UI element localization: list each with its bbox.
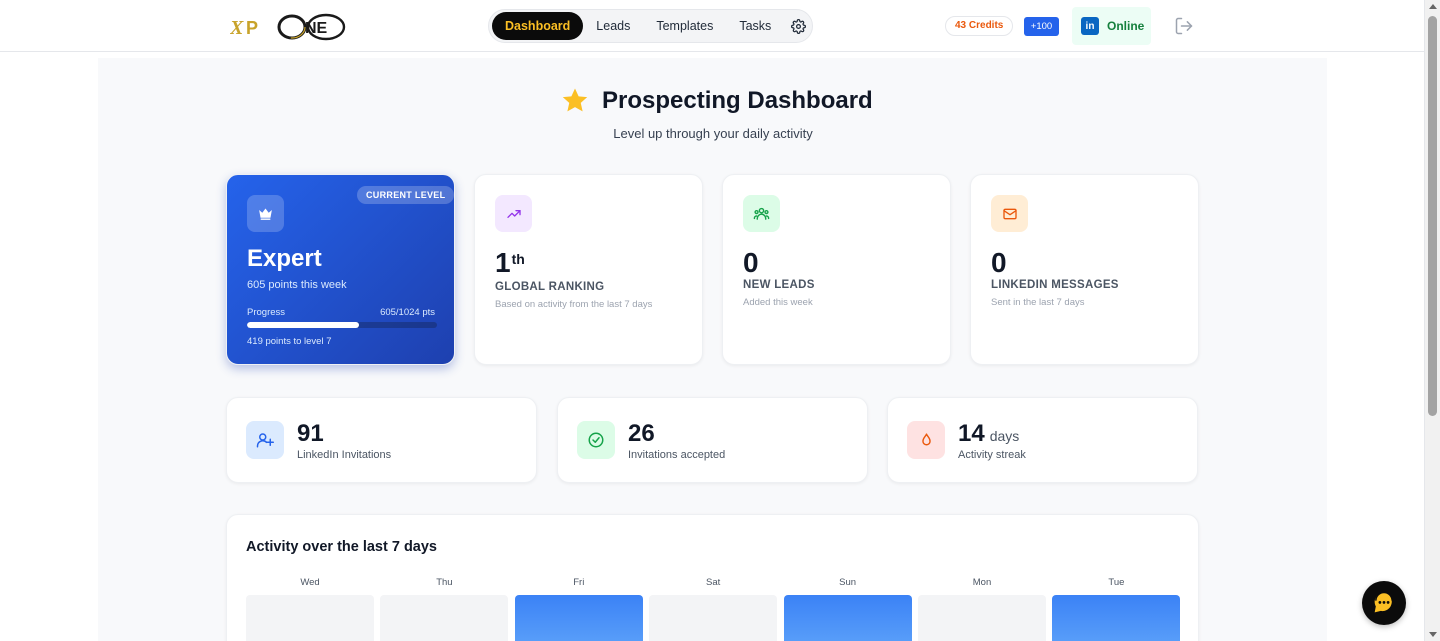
- invitations-accepted-value: 26: [628, 420, 655, 447]
- new-leads-label: NEW LEADS: [743, 279, 815, 291]
- support-chat-icon[interactable]: [1362, 581, 1406, 625]
- activity-streak-card: 14 days Activity streak: [887, 397, 1198, 483]
- activity-day-label: Mon: [972, 577, 992, 588]
- level-progress-bar: [247, 322, 437, 328]
- activity-day-label: Fri: [573, 577, 585, 588]
- linkedin-invitations-card: 91 LinkedIn Invitations: [226, 397, 537, 483]
- check-circle-icon: [577, 421, 615, 459]
- page-scrollbar[interactable]: [1424, 0, 1440, 641]
- activity-day-mon: Mon: [918, 577, 1046, 641]
- activity-day-wed: Wed: [246, 577, 374, 641]
- linkedin-messages-sub: Sent in the last 7 days: [991, 297, 1085, 308]
- star-icon: [562, 88, 588, 112]
- activity-day-label: Sat: [706, 577, 721, 588]
- new-leads-value: 0: [743, 247, 759, 278]
- activity-day-bar[interactable]: [783, 595, 912, 641]
- page-subtitle: Level up through your daily activity: [613, 126, 813, 141]
- page-title: Prospecting Dashboard: [602, 87, 873, 114]
- global-ranking-label: GLOBAL RANKING: [495, 281, 605, 293]
- activity-day-bar[interactable]: [918, 595, 1046, 641]
- scroll-up-arrow[interactable]: [1429, 4, 1437, 9]
- linkedin-icon: in: [1081, 17, 1099, 35]
- trending-up-icon: [495, 195, 532, 232]
- nav-tab-tasks[interactable]: Tasks: [726, 12, 784, 40]
- activity-day-bar[interactable]: [1052, 595, 1181, 641]
- activity-day-tue: Tue: [1052, 577, 1181, 641]
- svg-text:X: X: [230, 17, 244, 39]
- activity-day-bar[interactable]: [514, 595, 643, 641]
- xpone-logo[interactable]: X P NE: [230, 12, 346, 42]
- activity-day-label: Tue: [1108, 577, 1125, 588]
- global-ranking-card: 1th GLOBAL RANKING Based on activity fro…: [474, 174, 703, 365]
- linkedin-status[interactable]: in Online: [1072, 7, 1151, 45]
- activity-day-sun: Sun: [783, 577, 912, 641]
- activity-streak-value: 14 days: [958, 420, 1020, 447]
- linkedin-invitations-value: 91: [297, 420, 324, 447]
- nav-tab-templates[interactable]: Templates: [643, 12, 726, 40]
- new-leads-card: 0 NEW LEADS Added this week: [722, 174, 951, 365]
- scroll-down-arrow[interactable]: [1429, 632, 1437, 637]
- activity-day-label: Wed: [300, 577, 320, 588]
- activity-day-label: Thu: [436, 577, 453, 588]
- progress-value: 605/1024 pts: [380, 307, 435, 318]
- level-remaining: 419 points to level 7: [247, 336, 332, 347]
- mail-icon: [991, 195, 1028, 232]
- credits-badge[interactable]: 43 Credits: [945, 16, 1014, 36]
- page-title-row: Prospecting Dashboard: [560, 84, 873, 118]
- add-credits-button[interactable]: +100: [1024, 17, 1059, 36]
- current-level-badge: CURRENT LEVEL: [357, 186, 455, 204]
- current-level-card: CURRENT LEVEL Expert 605 points this wee…: [226, 174, 455, 365]
- progress-label: Progress: [247, 307, 286, 318]
- activity-streak-label: Activity streak: [958, 449, 1026, 461]
- invitations-accepted-label: Invitations accepted: [628, 449, 726, 461]
- activity-day-bar[interactable]: [380, 595, 509, 641]
- linkedin-messages-card: 0 LINKEDIN MESSAGES Sent in the last 7 d…: [970, 174, 1199, 365]
- users-icon: [743, 195, 780, 232]
- level-points: 605 points this week: [247, 279, 347, 291]
- nav-tab-dashboard[interactable]: Dashboard: [492, 12, 584, 40]
- invitations-accepted-card: 26 Invitations accepted: [557, 397, 868, 483]
- global-ranking-suffix: th: [511, 251, 525, 267]
- main-nav: Dashboard Leads Templates Tasks: [488, 9, 813, 43]
- logout-icon[interactable]: [1174, 16, 1194, 36]
- level-progress-fill: [247, 322, 360, 328]
- linkedin-status-label: Online: [1107, 19, 1145, 33]
- activity-card: Activity over the last 7 days Wed Thu Fri S…: [226, 514, 1199, 641]
- global-ranking-value: 1th: [495, 247, 525, 278]
- activity-day-label: Sun: [839, 577, 857, 588]
- activity-title: Activity over the last 7 days: [246, 539, 437, 555]
- activity-day-thu: Thu: [380, 577, 509, 641]
- activity-day-sat: Sat: [649, 577, 778, 641]
- new-leads-sub: Added this week: [743, 297, 813, 308]
- scroll-thumb[interactable]: [1428, 16, 1437, 416]
- linkedin-messages-value: 0: [991, 247, 1007, 278]
- flame-icon: [907, 421, 945, 459]
- user-plus-icon: [246, 421, 284, 459]
- global-ranking-sub: Based on activity from the last 7 days: [495, 299, 653, 310]
- nav-tab-leads[interactable]: Leads: [583, 12, 643, 40]
- linkedin-messages-label: LINKEDIN MESSAGES: [991, 279, 1119, 291]
- activity-day-bar[interactable]: [649, 595, 778, 641]
- crown-icon: [247, 195, 284, 232]
- level-name: Expert: [247, 245, 322, 272]
- activity-streak-unit: days: [989, 428, 1020, 444]
- linkedin-invitations-label: LinkedIn Invitations: [297, 449, 392, 461]
- activity-day-fri: Fri: [514, 577, 643, 641]
- gear-icon[interactable]: [788, 12, 809, 40]
- svg-text:P: P: [246, 18, 258, 38]
- top-header: X P NE Dashboard Leads Templates Tasks 4…: [0, 0, 1424, 52]
- activity-day-bar[interactable]: [246, 595, 374, 641]
